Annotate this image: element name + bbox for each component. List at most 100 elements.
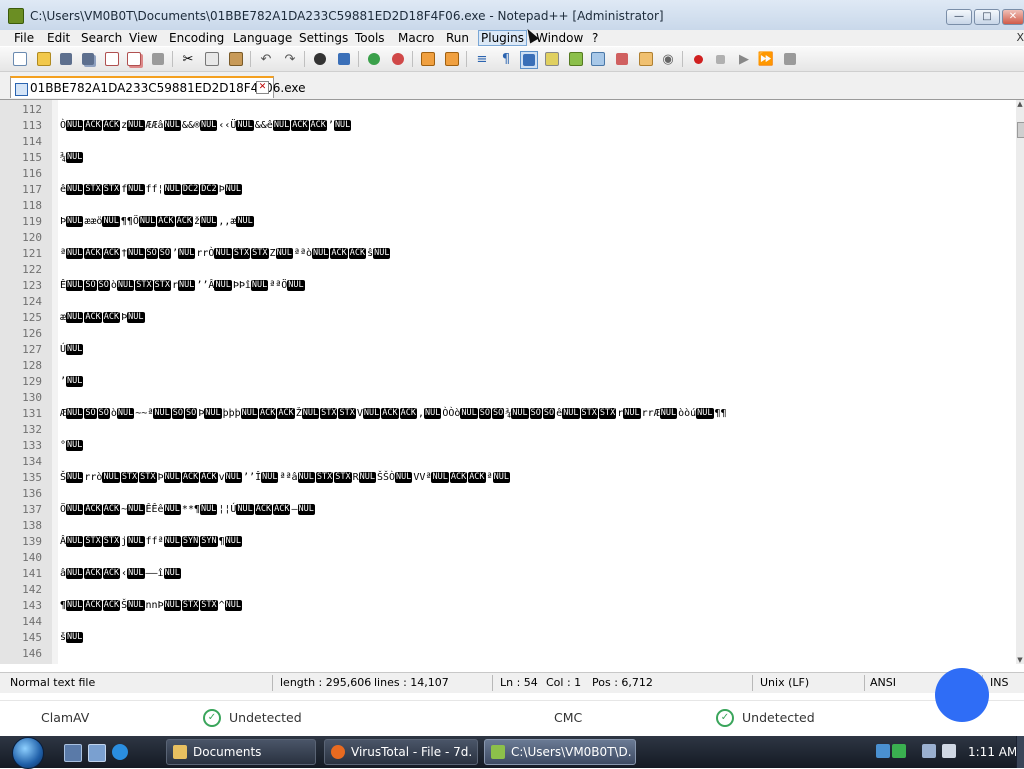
menu-run[interactable]: Run xyxy=(444,30,471,46)
undo-icon[interactable]: ↶ xyxy=(258,51,274,67)
editor-line[interactable]: 124 xyxy=(0,294,1016,310)
show-desktop-quicklaunch-icon[interactable] xyxy=(64,744,82,762)
show-desktop-button[interactable] xyxy=(1016,736,1024,768)
menu-macro[interactable]: Macro xyxy=(396,30,436,46)
menu-edit[interactable]: Edit xyxy=(45,30,72,46)
save-icon[interactable] xyxy=(58,51,74,67)
editor-line[interactable]: 121 ªNUL ACK ACK †NUL SO SO ’NUL rrÒNUL STX STX ZNU… xyxy=(0,246,1016,262)
internet-explorer-icon[interactable] xyxy=(112,744,128,760)
floating-action-button[interactable] xyxy=(935,668,989,722)
editor-line[interactable]: 142 xyxy=(0,582,1016,598)
menu-search[interactable]: Search xyxy=(79,30,124,46)
editor-line[interactable]: 141 âNUL ACK ACK ‹NUL ––îNUL xyxy=(0,566,1016,582)
editor-line[interactable]: 122 xyxy=(0,262,1016,278)
word-wrap-icon[interactable]: ≡ xyxy=(474,51,490,67)
editor-line[interactable]: 127 ÚNUL xyxy=(0,342,1016,358)
task-firefox[interactable]: VirusTotal - File - 7d... xyxy=(324,739,478,765)
document-map-icon[interactable] xyxy=(568,51,584,67)
editor-line[interactable]: 132 xyxy=(0,422,1016,438)
show-all-characters-icon[interactable]: ¶ xyxy=(498,51,514,67)
notepadpp-app-icon[interactable] xyxy=(8,8,24,24)
run-macro-multiple-icon[interactable]: ⏩ xyxy=(758,51,774,67)
scroll-up-arrow-icon[interactable]: ▲ xyxy=(1016,100,1024,108)
menu-language[interactable]: Language xyxy=(231,30,294,46)
zoom-out-icon[interactable] xyxy=(390,51,406,67)
editor-line[interactable]: 136 xyxy=(0,486,1016,502)
menu-file[interactable]: File xyxy=(12,30,36,46)
save-all-icon[interactable] xyxy=(80,51,96,67)
menu-settings[interactable]: Settings xyxy=(297,30,350,46)
editor-line[interactable]: 126 xyxy=(0,326,1016,342)
editor-line[interactable]: 139 ÂNUL STX STX jNUL ffªNUL SYN SYN ¶NUL xyxy=(0,534,1016,550)
editor-line[interactable]: 129 ’NUL xyxy=(0,374,1016,390)
redo-icon[interactable]: ↷ xyxy=(282,51,298,67)
task-documents[interactable]: Documents xyxy=(166,739,316,765)
replace-icon[interactable] xyxy=(336,51,352,67)
start-button[interactable] xyxy=(6,736,48,769)
sync-vertical-icon[interactable] xyxy=(420,51,436,67)
editor-line[interactable]: 138 xyxy=(0,518,1016,534)
vertical-scrollbar[interactable]: ▲ ▼ xyxy=(1016,100,1024,664)
menu-encoding[interactable]: Encoding xyxy=(167,30,226,46)
editor-line[interactable]: 123 ÊNUL SO SO òNUL STX STX rNUL ’’ÂNUL ÞÞîNUL ªªÖ… xyxy=(0,278,1016,294)
monitoring-icon[interactable] xyxy=(638,51,654,67)
copy-icon[interactable] xyxy=(204,51,220,67)
find-icon[interactable] xyxy=(312,51,328,67)
editor-line[interactable]: 143 ¶NUL ACK ACK ŠNUL nnÞNUL STX STX ^NUL xyxy=(0,598,1016,614)
zoom-in-icon[interactable] xyxy=(366,51,382,67)
print-icon[interactable] xyxy=(150,51,166,67)
tray-app-icon[interactable] xyxy=(892,744,906,758)
editor-line[interactable]: 114 xyxy=(0,134,1016,150)
menu-plugins[interactable]: Plugins xyxy=(478,30,527,46)
editor-line[interactable]: 117 êNUL STX STX fNUL ff¦NUL DC2 DC2 ÞNUL xyxy=(0,182,1016,198)
sync-horizontal-icon[interactable] xyxy=(444,51,460,67)
menu-help[interactable]: ? xyxy=(590,30,600,46)
editor-line[interactable]: 137 ÖNUL ACK ACK ~NUL ÊÊêNUL **¶NUL ¦¦ÚNUL ACK AC… xyxy=(0,502,1016,518)
editor-line[interactable]: 128 xyxy=(0,358,1016,374)
new-file-icon[interactable] xyxy=(12,51,28,67)
playback-macro-icon[interactable]: ▶ xyxy=(736,51,752,67)
stop-recording-icon[interactable] xyxy=(712,51,728,67)
editor-line[interactable]: 145 šNUL xyxy=(0,630,1016,646)
editor-line[interactable]: 119 ÞNUL ææöNUL ¶¶ÖNUL ACK ACK žNUL ,,æNUL xyxy=(0,214,1016,230)
editor-line[interactable]: 125 æNUL ACK ACK ÞNUL xyxy=(0,310,1016,326)
paste-icon[interactable] xyxy=(228,51,244,67)
switch-windows-icon[interactable] xyxy=(88,744,106,762)
maximize-button[interactable]: □ xyxy=(974,9,1000,25)
scroll-thumb[interactable] xyxy=(1017,122,1024,138)
task-notepadpp[interactable]: C:\Users\VM0B0T\D... xyxy=(484,739,636,765)
save-macro-icon[interactable] xyxy=(782,51,798,67)
editor-line[interactable]: 118 xyxy=(0,198,1016,214)
close-all-icon[interactable] xyxy=(126,51,142,67)
close-file-icon[interactable] xyxy=(104,51,120,67)
record-macro-icon[interactable] xyxy=(690,51,706,67)
editor-line[interactable]: 116 xyxy=(0,166,1016,182)
menu-tools[interactable]: Tools xyxy=(353,30,387,46)
network-icon[interactable] xyxy=(922,744,936,758)
editor-line[interactable]: 146 xyxy=(0,646,1016,662)
editor-line[interactable]: 135 ŠNUL rròNUL STX STX ÞNUL ACK ACK vNUL ’’ÎNUL ª… xyxy=(0,470,1016,486)
open-file-icon[interactable] xyxy=(36,51,52,67)
editor-line[interactable]: 133 °NUL xyxy=(0,438,1016,454)
editor-line[interactable]: 144 xyxy=(0,614,1016,630)
menu-view[interactable]: View xyxy=(127,30,159,46)
close-document-x[interactable]: X xyxy=(1016,31,1024,44)
tray-app-icon[interactable] xyxy=(876,744,890,758)
taskbar-clock[interactable]: 1:11 AM xyxy=(968,745,1017,759)
title-bar[interactable]: C:\Users\VM0B0T\Documents\01BBE782A1DA23… xyxy=(0,0,1024,31)
tab-close-icon[interactable]: ✕ xyxy=(256,81,269,94)
editor-line[interactable]: 130 xyxy=(0,390,1016,406)
editor-line[interactable]: 115 ¾NUL xyxy=(0,150,1016,166)
editor-line[interactable]: 112 xyxy=(0,102,1016,118)
eye-icon[interactable]: ◉ xyxy=(660,51,676,67)
function-list-icon[interactable] xyxy=(590,51,606,67)
tab-document[interactable]: 01BBE782A1DA233C59881ED2D18F4F06.exe ✕ xyxy=(10,76,306,98)
menu-window[interactable]: Window xyxy=(534,30,585,46)
editor-line[interactable]: 131 ÆNUL SO SO òNUL ~~ªNUL SO SO ÞNUL þþþNUL ACK AC… xyxy=(0,406,1016,422)
folder-as-workspace-icon[interactable] xyxy=(614,51,630,67)
cut-icon[interactable]: ✂ xyxy=(180,51,196,67)
close-window-button[interactable]: ✕ xyxy=(1002,9,1024,25)
indent-guide-icon[interactable] xyxy=(520,51,538,69)
text-editor[interactable]: 112 113 ÒNUL ACK ACK zNUL ÆÆâNUL &&®NUL ‹‹ÜNUL &&… xyxy=(0,100,1016,664)
editor-line[interactable]: 140 xyxy=(0,550,1016,566)
